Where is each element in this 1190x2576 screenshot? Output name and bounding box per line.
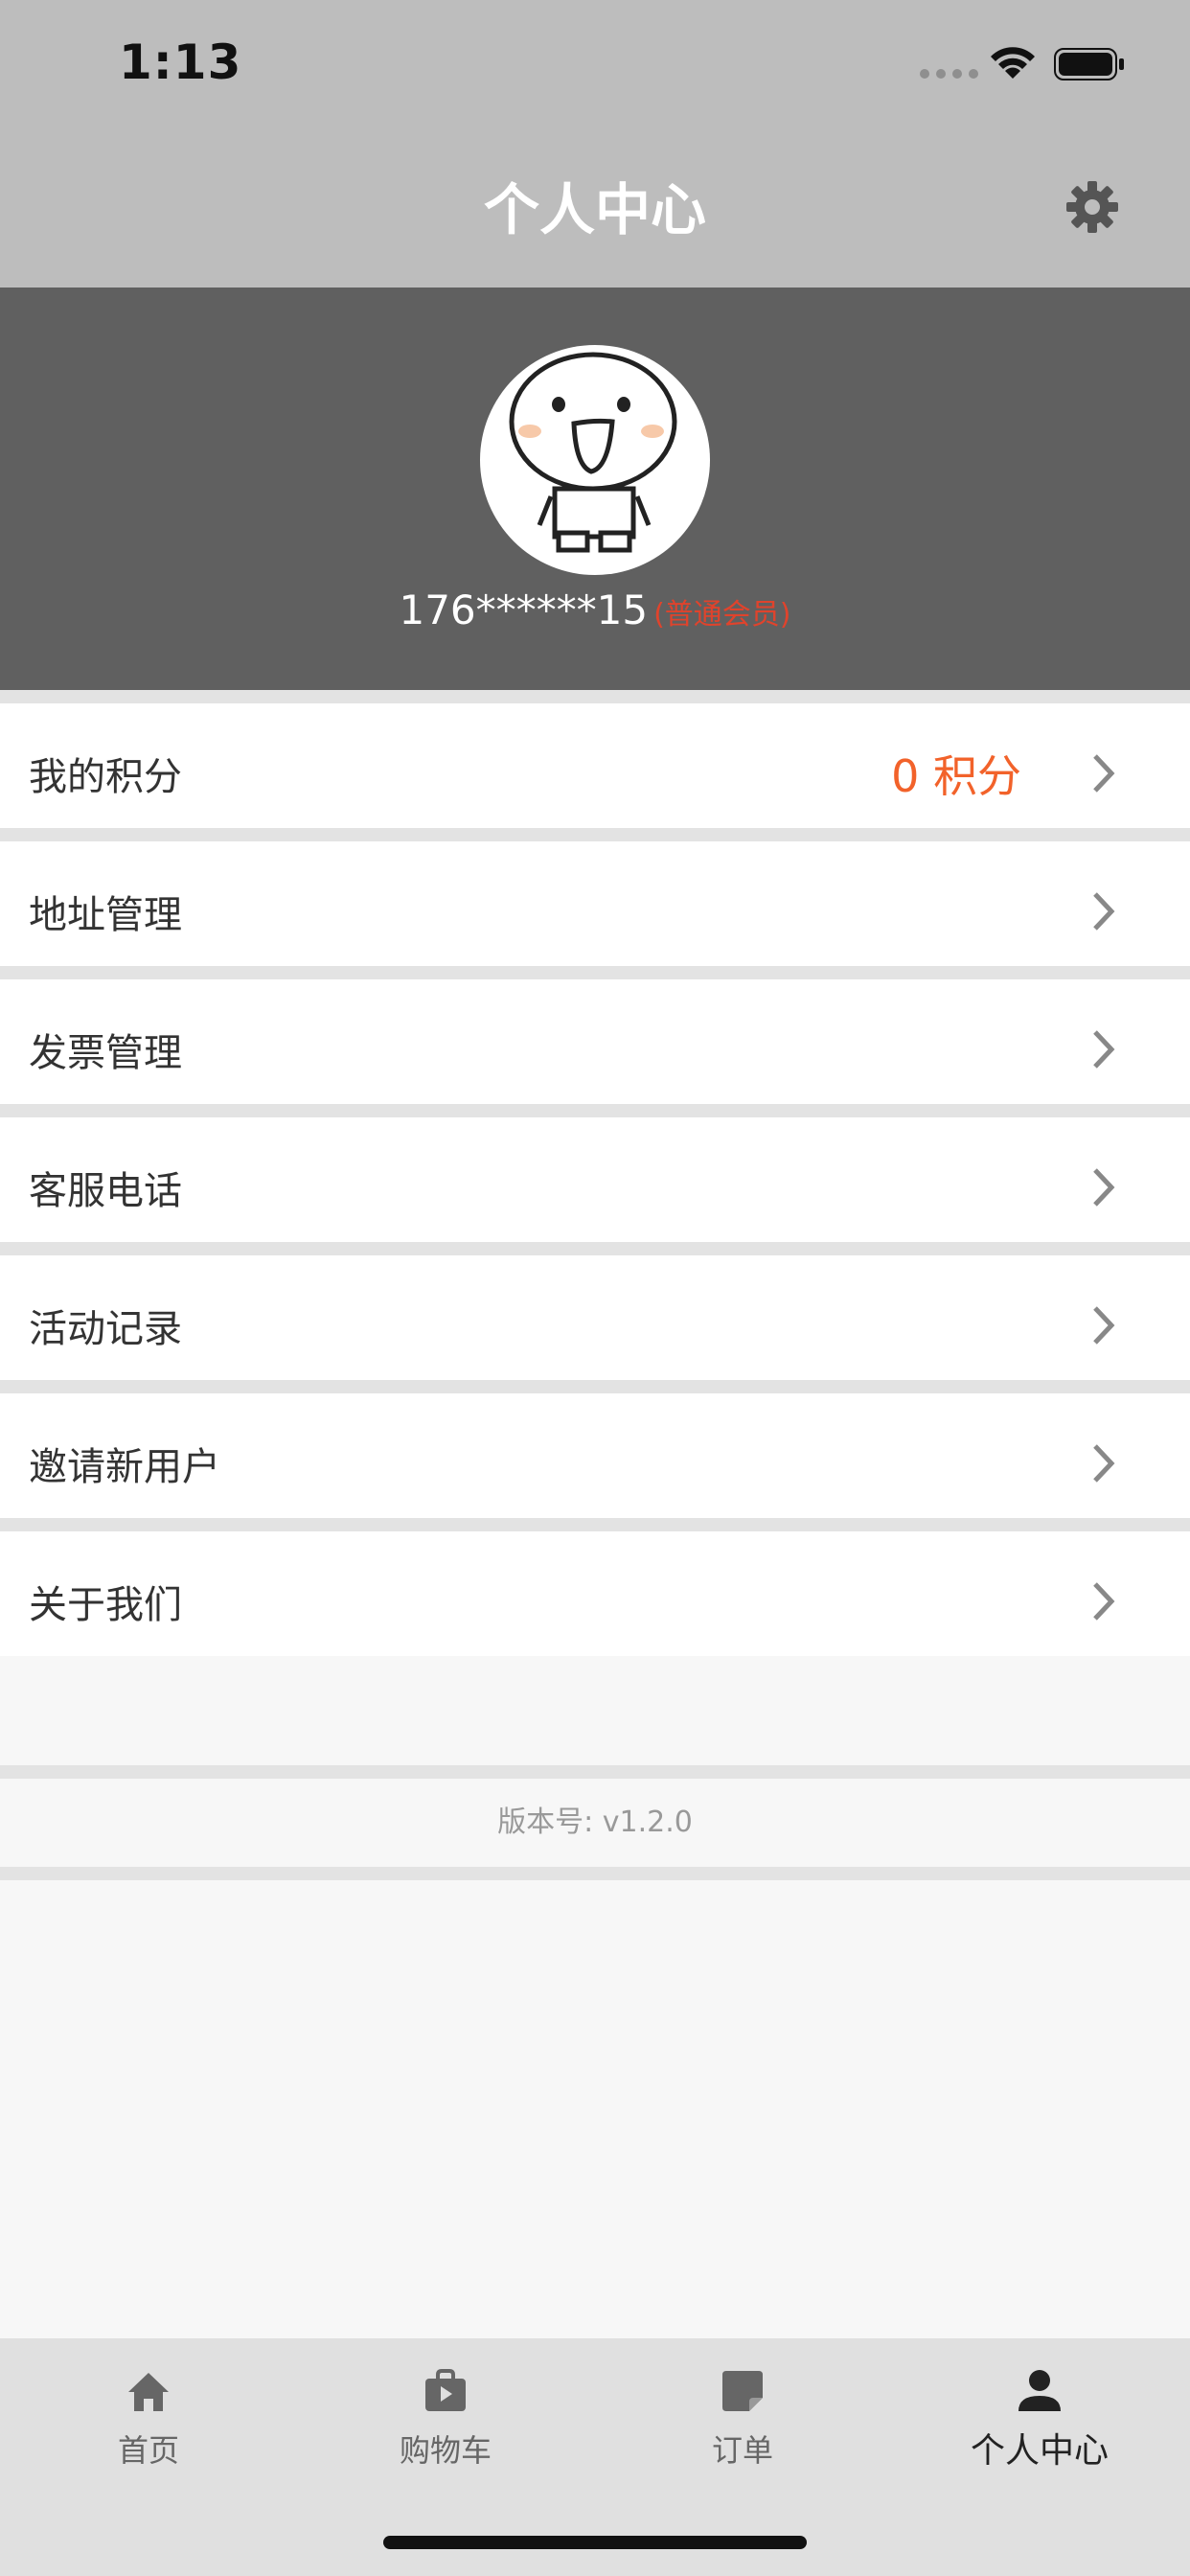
points-value: 0 积分 xyxy=(891,750,1021,802)
home-icon xyxy=(128,2373,169,2411)
home-indicator[interactable] xyxy=(383,2536,807,2549)
menu-item-service-phone[interactable]: 客服电话 xyxy=(0,1104,1190,1242)
tab-cart[interactable]: 购物车 xyxy=(297,2338,594,2501)
tab-home[interactable]: 首页 xyxy=(0,2338,297,2501)
chevron-right-icon xyxy=(1093,1582,1115,1621)
menu-item-address[interactable]: 地址管理 xyxy=(0,828,1190,966)
page-title: 个人中心 xyxy=(483,177,706,242)
chevron-right-icon xyxy=(1093,1030,1115,1069)
profile-screen: 1:13 个人中心 176******15 (普通会员) 我的积分 0 积分 地… xyxy=(0,0,1190,2576)
menu-item-label: 地址管理 xyxy=(29,893,182,937)
username: 176******15 xyxy=(399,586,649,633)
menu-item-label: 邀请新用户 xyxy=(29,1445,220,1489)
chevron-right-icon xyxy=(1093,1306,1115,1345)
membership-badge: (普通会员) xyxy=(653,598,791,632)
tab-orders[interactable]: 订单 xyxy=(594,2338,891,2501)
version-text: 版本号: v1.2.0 xyxy=(0,1765,1190,1880)
menu-item-label: 活动记录 xyxy=(29,1307,182,1351)
tab-label: 个人中心 xyxy=(970,2431,1109,2471)
user-info: 176******15 (普通会员) xyxy=(0,586,1190,633)
cartoon-avatar-icon xyxy=(509,352,677,553)
menu-item-activity[interactable]: 活动记录 xyxy=(0,1242,1190,1380)
menu-item-invite[interactable]: 邀请新用户 xyxy=(0,1380,1190,1518)
chevron-right-icon xyxy=(1093,754,1115,793)
settings-gear-icon[interactable] xyxy=(1064,178,1121,236)
menu-item-label: 客服电话 xyxy=(29,1169,182,1213)
menu-list: 我的积分 0 积分 地址管理 发票管理 客服电话 活动记录 邀请新用户 关于我们 xyxy=(0,690,1190,1656)
tab-label: 购物车 xyxy=(399,2432,492,2469)
menu-item-label: 我的积分 xyxy=(29,755,182,799)
tab-label: 订单 xyxy=(711,2432,773,2469)
chevron-right-icon xyxy=(1093,1168,1115,1207)
menu-item-label: 关于我们 xyxy=(29,1583,182,1627)
menu-item-label: 发票管理 xyxy=(29,1031,182,1075)
menu-item-about[interactable]: 关于我们 xyxy=(0,1518,1190,1656)
menu-item-invoice[interactable]: 发票管理 xyxy=(0,966,1190,1104)
order-icon xyxy=(722,2371,763,2411)
person-icon xyxy=(1018,2370,1061,2411)
avatar[interactable] xyxy=(480,345,710,575)
chevron-right-icon xyxy=(1093,892,1115,931)
tab-label: 首页 xyxy=(117,2432,179,2469)
wifi-icon xyxy=(991,47,1035,79)
top-bar: 1:13 个人中心 xyxy=(0,0,1190,288)
menu-item-points[interactable]: 我的积分 0 积分 xyxy=(0,690,1190,828)
battery-icon xyxy=(1054,48,1124,80)
shopping-bag-icon xyxy=(425,2369,466,2411)
status-time: 1:13 xyxy=(119,34,242,90)
chevron-right-icon xyxy=(1093,1444,1115,1483)
tab-profile[interactable]: 个人中心 xyxy=(891,2338,1188,2501)
cellular-signal-icon xyxy=(920,69,978,79)
